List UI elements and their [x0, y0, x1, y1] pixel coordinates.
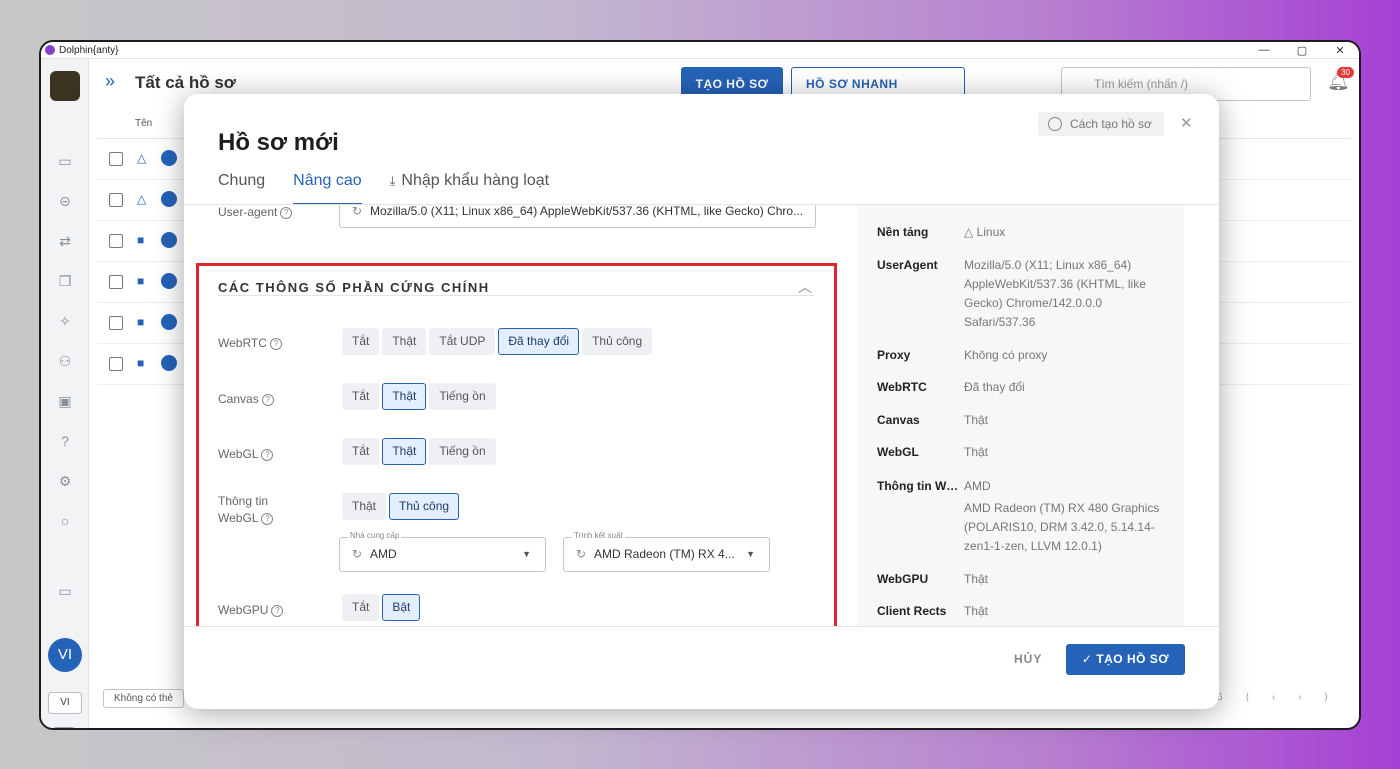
canvas-label-text: Canvas: [218, 392, 259, 406]
webrtc-option[interactable]: Tắt: [342, 328, 380, 355]
summary-value: Mozilla/5.0 (X11; Linux x86_64) AppleWeb…: [964, 258, 1146, 329]
tab-bulk-import-label: Nhập khẩu hàng loạt: [401, 172, 550, 189]
footer-divider: [184, 626, 1219, 627]
lifebuoy-icon: [1048, 117, 1062, 131]
summary-key: WebGL: [877, 445, 919, 459]
modal-overlay: Hồ sơ mới Cách tạo hồ sơ ✕ Chung Nâng ca…: [0, 0, 1400, 769]
download-icon: ⤓: [389, 173, 396, 188]
linux-icon: △: [964, 225, 977, 239]
webgpu-label: WebGPU?: [218, 602, 284, 619]
submit-label: TẠO HỒ SƠ: [1096, 652, 1170, 666]
webrtc-option[interactable]: Tắt UDP: [429, 328, 496, 355]
summary-value-text: Linux: [976, 225, 1006, 239]
refresh-icon[interactable]: ↻: [576, 538, 586, 571]
help-icon[interactable]: ?: [269, 337, 282, 350]
webgl-option-selected[interactable]: Thật: [382, 438, 427, 465]
webgl-segment: Tắt Thật Tiếng ồn: [342, 438, 499, 465]
tab-bulk-import[interactable]: ⤓ Nhập khẩu hàng loạt: [390, 172, 549, 205]
create-profile-submit-button[interactable]: ✓ TẠO HỒ SƠ: [1066, 644, 1185, 675]
webgpu-option[interactable]: Tắt: [342, 594, 380, 621]
webgl-info-label: Thông tin WebGL?: [218, 493, 274, 527]
howto-button[interactable]: Cách tạo hồ sơ: [1038, 112, 1164, 136]
help-icon[interactable]: ?: [261, 393, 274, 406]
webrtc-option[interactable]: Thật: [382, 328, 427, 355]
chevron-down-icon: ▼: [522, 549, 531, 559]
summary-value: △ Linux: [964, 223, 1164, 242]
useragent-value: Mozilla/5.0 (X11; Linux x86_64) AppleWeb…: [370, 205, 804, 218]
canvas-option[interactable]: Tắt: [342, 383, 380, 410]
help-icon[interactable]: ?: [271, 604, 284, 617]
summary-panel: Nền tảng △ Linux UserAgent Mozilla/5.0 (X1…: [857, 205, 1184, 626]
webgl-option[interactable]: Tiếng ồn: [429, 438, 496, 465]
summary-value: Thật: [964, 604, 989, 618]
useragent-label: User-agent?: [218, 205, 293, 219]
chevron-down-icon: ▼: [746, 549, 755, 559]
webgl-info-label-line2: WebGL: [218, 511, 259, 525]
webgl-info-segment: Thật Thủ công: [342, 493, 462, 520]
help-icon[interactable]: ?: [261, 512, 274, 525]
webgpu-label-text: WebGPU: [218, 603, 269, 617]
summary-key: Canvas: [877, 413, 920, 427]
summary-value: AMD Radeon (TM) RX 480 Graphics (POLARIS…: [964, 501, 1160, 553]
check-icon: ✓: [1081, 652, 1097, 666]
modal-tabs: Chung Nâng cao ⤓ Nhập khẩu hàng loạt: [218, 172, 577, 205]
webrtc-label-text: WebRTC: [218, 336, 267, 350]
summary-value: AMD: [964, 479, 991, 493]
useragent-field[interactable]: ↻ Mozilla/5.0 (X11; Linux x86_64) AppleWe…: [339, 205, 816, 228]
canvas-label: Canvas?: [218, 391, 274, 408]
summary-value: Thật: [964, 413, 989, 427]
summary-key: WebRTC: [877, 380, 927, 394]
settings-pane: User-agent? ↻ Mozilla/5.0 (X11; Linux x86…: [184, 205, 844, 626]
summary-key: Proxy: [877, 348, 911, 362]
webgl-info-option[interactable]: Thật: [342, 493, 387, 520]
canvas-option-selected[interactable]: Thật: [382, 383, 427, 410]
tab-advanced[interactable]: Nâng cao: [293, 172, 362, 205]
summary-key: Thông tin We...: [877, 479, 961, 493]
help-icon[interactable]: ?: [280, 206, 293, 219]
summary-key: WebGPU: [877, 572, 929, 586]
howto-label: Cách tạo hồ sơ: [1070, 117, 1152, 131]
modal-title: Hồ sơ mới: [218, 129, 339, 156]
summary-value: Đã thay đổi: [964, 380, 1025, 394]
webgpu-option-selected[interactable]: Bật: [382, 594, 421, 621]
webrtc-option-selected[interactable]: Đã thay đổi: [498, 328, 580, 355]
webgl-info-option-selected[interactable]: Thủ công: [389, 493, 460, 520]
webrtc-label: WebRTC?: [218, 335, 282, 352]
renderer-select[interactable]: Trình kết xuất ↻ AMD Radeon (TM) RX 4...…: [563, 530, 770, 572]
vendor-select[interactable]: Nhà cung cấp ↻ AMD ▼: [339, 530, 546, 572]
refresh-icon[interactable]: ↻: [352, 538, 362, 571]
summary-key: Nền tảng: [877, 225, 929, 239]
summary-value: Thật: [964, 572, 989, 586]
help-icon[interactable]: ?: [261, 448, 274, 461]
tab-general[interactable]: Chung: [218, 172, 265, 205]
webgl-label-text: WebGL: [218, 447, 259, 461]
canvas-option[interactable]: Tiếng ồn: [429, 383, 496, 410]
cancel-button[interactable]: HỦY: [1014, 652, 1042, 666]
collapse-icon[interactable]: ︿: [798, 277, 812, 297]
webgl-label: WebGL?: [218, 446, 274, 463]
summary-value: Thật: [964, 445, 989, 459]
close-icon[interactable]: ✕: [1180, 114, 1193, 132]
section-divider: [218, 295, 814, 296]
section-title: CÁC THÔNG SỐ PHẦN CỨNG CHÍNH: [218, 280, 490, 295]
summary-value: Không có proxy: [964, 348, 1048, 362]
webgl-info-label-line1: Thông tin: [218, 494, 269, 508]
canvas-segment: Tắt Thật Tiếng ồn: [342, 383, 499, 410]
webrtc-option[interactable]: Thủ công: [582, 328, 653, 355]
webrtc-segment: Tắt Thật Tắt UDP Đã thay đổi Thủ công: [342, 328, 655, 355]
webgpu-segment: Tắt Bật: [342, 594, 423, 621]
summary-key: UserAgent: [877, 258, 938, 272]
summary-key: Client Rects: [877, 604, 947, 618]
renderer-value: AMD Radeon (TM) RX 4...: [594, 547, 735, 561]
webgl-option[interactable]: Tắt: [342, 438, 380, 465]
new-profile-modal: Hồ sơ mới Cách tạo hồ sơ ✕ Chung Nâng ca…: [184, 94, 1219, 709]
refresh-icon[interactable]: ↻: [352, 205, 362, 227]
useragent-label-text: User-agent: [218, 205, 278, 219]
vendor-value: AMD: [370, 547, 397, 561]
